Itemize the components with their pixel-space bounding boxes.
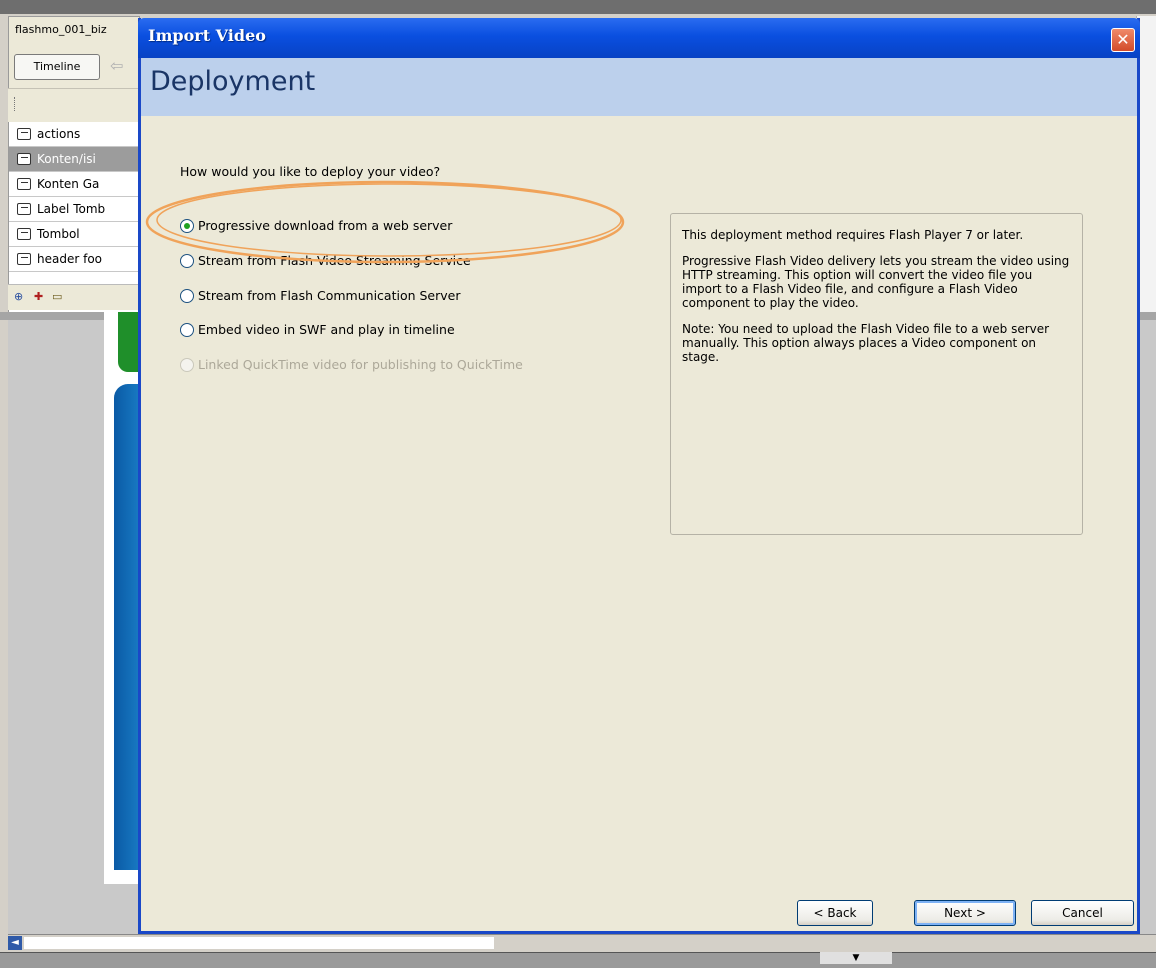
layer-row[interactable]: Tombol: [9, 222, 142, 247]
option-linked-quicktime: Linked QuickTime video for publishing to…: [180, 357, 523, 373]
layer-icon: [17, 178, 31, 190]
layer-icon: [17, 153, 31, 165]
layer-name: Konten Ga: [37, 177, 100, 191]
layer-name: actions: [37, 127, 81, 141]
ide-top-bar: [0, 0, 1156, 14]
layer-row[interactable]: Label Tomb: [9, 197, 142, 222]
back-button[interactable]: < Back: [797, 900, 873, 926]
cancel-button[interactable]: Cancel: [1031, 900, 1134, 926]
option-label: Progressive download from a web server: [198, 218, 453, 233]
option-progressive-download[interactable]: Progressive download from a web server: [180, 218, 452, 234]
description-note: Note: You need to upload the Flash Video…: [682, 322, 1050, 364]
step-title: Deployment: [150, 66, 316, 97]
back-arrow-icon[interactable]: ⇦: [110, 56, 123, 75]
timeline-button[interactable]: Timeline: [14, 54, 100, 80]
layer-name: Konten/isi: [37, 152, 96, 166]
description-panel: This deployment method requires Flash Pl…: [670, 213, 1083, 535]
option-label: Stream from Flash Video Streaming Servic…: [198, 253, 471, 268]
grip-dots-icon: [14, 97, 16, 111]
dialog-title: Import Video: [148, 26, 266, 45]
layer-icon: [17, 228, 31, 240]
radio-button: [180, 358, 194, 372]
layer-tools: ⊕ ✚ ▭: [8, 284, 142, 310]
scroll-left-arrow-icon[interactable]: ◄: [8, 936, 22, 950]
option-embed-in-swf[interactable]: Embed video in SWF and play in timeline: [180, 322, 455, 338]
description-details: Progressive Flash Video delivery lets yo…: [682, 254, 1070, 310]
option-label: Embed video in SWF and play in timeline: [198, 322, 455, 337]
layer-name: header foo: [37, 252, 102, 266]
layer-row[interactable]: header foo: [9, 247, 142, 272]
document-tab[interactable]: flashmo_001_biz: [8, 16, 140, 46]
layer-icon: [17, 253, 31, 265]
layer-row[interactable]: Konten/isi: [9, 147, 142, 172]
insert-folder-icon[interactable]: ▭: [52, 291, 64, 303]
radio-button[interactable]: [180, 254, 194, 268]
layer-row[interactable]: actions: [9, 122, 142, 147]
radio-button[interactable]: [180, 219, 194, 233]
option-label: Linked QuickTime video for publishing to…: [198, 357, 523, 372]
layer-name: Tombol: [37, 227, 80, 241]
option-flash-video-streaming-service[interactable]: Stream from Flash Video Streaming Servic…: [180, 253, 471, 269]
layer-icon: [17, 128, 31, 140]
layer-icon: [17, 203, 31, 215]
radio-button[interactable]: [180, 289, 194, 303]
deploy-question: How would you like to deploy your video?: [180, 164, 441, 179]
layer-row[interactable]: Konten Ga: [9, 172, 142, 197]
radio-button[interactable]: [180, 323, 194, 337]
add-layer-icon[interactable]: ⊕: [14, 291, 26, 303]
dialog-titlebar[interactable]: [138, 18, 1140, 58]
next-button[interactable]: Next >: [914, 900, 1016, 926]
option-label: Stream from Flash Communication Server: [198, 288, 461, 303]
close-icon[interactable]: ✕: [1111, 28, 1135, 52]
scroll-track[interactable]: [24, 937, 494, 949]
option-flash-communication-server[interactable]: Stream from Flash Communication Server: [180, 288, 460, 304]
add-motion-guide-icon[interactable]: ✚: [34, 291, 46, 303]
ide-bottom-panel: [0, 952, 1156, 968]
panel-grip[interactable]: [8, 88, 142, 122]
layer-name: Label Tomb: [37, 202, 106, 216]
chevron-down-icon[interactable]: ▼: [820, 952, 892, 964]
description-requirement: This deployment method requires Flash Pl…: [682, 228, 1024, 242]
